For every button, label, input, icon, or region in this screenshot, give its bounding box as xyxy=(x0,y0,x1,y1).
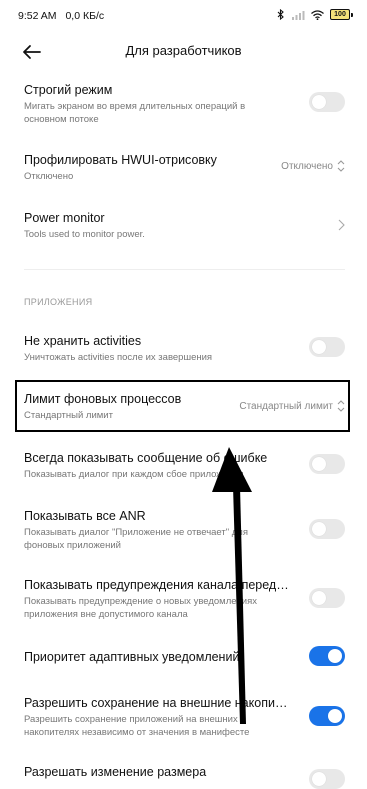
show-crash-toggle[interactable] xyxy=(309,454,345,474)
status-bar: 9:52 AM 0,0 КБ/с 100 xyxy=(0,0,367,30)
setting-dont-keep-activities[interactable]: Не хранить activities Уничтожать activit… xyxy=(24,334,345,364)
signal-icon xyxy=(292,10,305,20)
chevron-right-icon xyxy=(338,219,345,231)
setting-title: Не хранить activities xyxy=(24,334,142,348)
setting-title: Разрешить сохранение на внешние накопите… xyxy=(24,696,302,710)
setting-channel-warnings[interactable]: Показывать предупреждения канала передач… xyxy=(24,578,345,621)
setting-subtitle: Разрешить сохранение приложений на внешн… xyxy=(24,714,250,738)
setting-hwui-profile[interactable]: Профилировать HWUI-отрисовку Отключено О… xyxy=(24,153,345,183)
setting-title: Показывать предупреждения канала передач… xyxy=(24,578,297,592)
setting-subtitle: Показывать диалог при каждом сбое прилож… xyxy=(24,469,244,480)
channel-warn-toggle[interactable] xyxy=(309,588,345,608)
app-header: Для разработчиков xyxy=(0,30,367,74)
setting-show-all-anr[interactable]: Показывать все ANR Показывать диалог "Пр… xyxy=(24,509,345,552)
battery-level: 100 xyxy=(330,9,350,20)
bluetooth-icon xyxy=(277,9,284,20)
setting-power-monitor[interactable]: Power monitor Tools used to monitor powe… xyxy=(24,211,345,241)
setting-title: Показывать все ANR xyxy=(24,509,146,523)
setting-allow-resize[interactable]: Разрешать изменение размера xyxy=(24,765,345,789)
page-title: Для разработчиков xyxy=(125,43,242,58)
setting-subtitle: Показывать предупреждение о новых уведом… xyxy=(24,596,257,620)
status-time: 9:52 AM xyxy=(18,10,57,22)
hwui-value[interactable]: Отключено xyxy=(281,160,345,172)
setting-title: Разрешать изменение размера xyxy=(24,765,207,779)
setting-subtitle: Показывать диалог "Приложение не отвечае… xyxy=(24,527,248,551)
adaptive-notif-toggle[interactable] xyxy=(309,646,345,666)
setting-subtitle: Tools used to monitor power. xyxy=(24,229,145,240)
setting-subtitle: Мигать экраном во время длительных опера… xyxy=(24,101,246,125)
status-speed: 0,0 КБ/с xyxy=(65,10,105,22)
wifi-icon xyxy=(311,9,324,20)
setting-title: Power monitor xyxy=(24,211,105,225)
battery-icon: 100 xyxy=(330,9,353,20)
setting-title: Всегда показывать сообщение об ошибке xyxy=(24,451,268,465)
setting-subtitle: Уничтожать activities после их завершени… xyxy=(24,352,213,363)
setting-external-storage[interactable]: Разрешить сохранение на внешние накопите… xyxy=(24,696,345,739)
hwui-value-label: Отключено xyxy=(281,160,333,172)
setting-title: Приоритет адаптивных уведомлений xyxy=(24,650,240,664)
setting-adaptive-notifications[interactable]: Приоритет адаптивных уведомлений xyxy=(24,646,345,666)
strict-mode-toggle[interactable] xyxy=(309,92,345,112)
chevron-updown-icon xyxy=(337,160,345,172)
section-label-apps: ПРИЛОЖЕНИЯ xyxy=(24,297,93,307)
setting-strict-mode[interactable]: Строгий режим Мигать экраном во время дл… xyxy=(24,83,345,126)
dont-keep-toggle[interactable] xyxy=(309,337,345,357)
resize-toggle[interactable] xyxy=(309,769,345,789)
divider xyxy=(24,269,345,270)
external-storage-toggle[interactable] xyxy=(309,706,345,726)
setting-show-crash-dialog[interactable]: Всегда показывать сообщение об ошибке По… xyxy=(24,451,345,481)
setting-title: Строгий режим xyxy=(24,83,113,97)
annotation-highlight-box xyxy=(15,380,350,432)
show-anr-toggle[interactable] xyxy=(309,519,345,539)
